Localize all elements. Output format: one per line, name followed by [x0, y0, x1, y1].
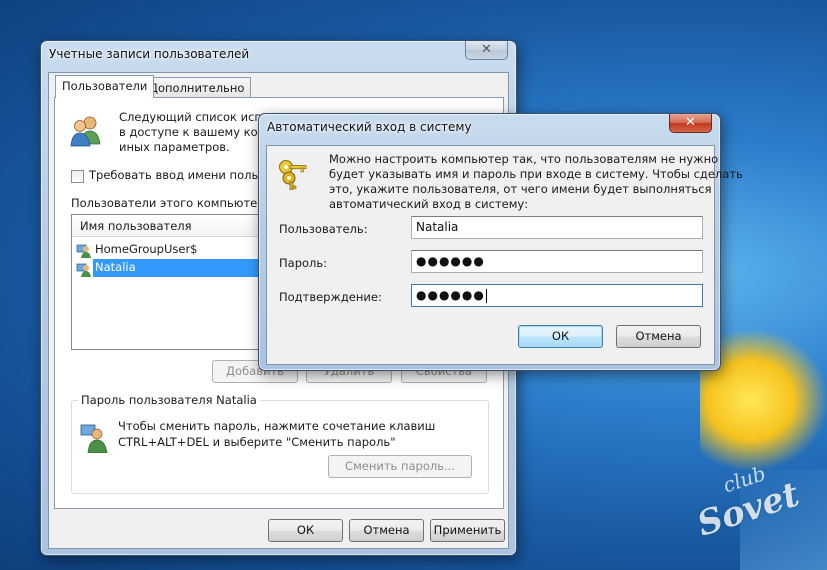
- password-hint-line-1: Чтобы сменить пароль, нажмите сочетание …: [118, 419, 436, 433]
- user-name-input[interactable]: Natalia: [411, 216, 703, 239]
- dialog-description-line-1: Можно настроить компьютер так, что польз…: [329, 152, 719, 166]
- keys-icon: [279, 160, 307, 190]
- password-group-label: Пароль пользователя Natalia: [78, 393, 260, 407]
- close-button[interactable]: ✕: [465, 41, 508, 60]
- password-input[interactable]: ●●●●●●: [411, 250, 703, 273]
- window-title: Учетные записи пользователей: [49, 47, 250, 61]
- password-groupbox: Пароль пользователя Natalia Чтобы сменит…: [71, 393, 489, 494]
- dialog-title: Автоматический вход в систему: [267, 120, 472, 134]
- dialog-description-line-2: будет указывать имя и пароль при входе в…: [329, 167, 743, 181]
- user-field-label: Пользователь:: [279, 222, 368, 236]
- password-field-label: Пароль:: [279, 256, 328, 270]
- cancel-button[interactable]: Отмена: [349, 519, 424, 542]
- users-section-label: Пользователи этого компьютера:: [71, 196, 276, 210]
- require-password-checkbox[interactable]: [71, 170, 84, 183]
- change-password-button[interactable]: Сменить пароль...: [328, 455, 472, 478]
- user-key-icon: [80, 424, 108, 453]
- tab-advanced[interactable]: Дополнительно: [142, 77, 252, 98]
- dialog-ok-button[interactable]: ОК: [518, 325, 603, 348]
- user-name-natalia: Natalia: [93, 259, 273, 277]
- user-icon: [76, 263, 91, 277]
- dialog-description-line-3: это, укажите пользователя, от чего имени…: [329, 182, 712, 196]
- confirm-field-label: Подтверждение:: [279, 290, 382, 304]
- tab-users[interactable]: Пользователи: [55, 75, 155, 98]
- ok-button[interactable]: ОК: [268, 519, 343, 542]
- close-button[interactable]: ✕: [669, 114, 712, 133]
- autologon-dialog: Автоматический вход в систему ✕ Можно на…: [258, 113, 743, 371]
- intro-line-3: иных параметров.: [119, 140, 230, 154]
- users-icon: [70, 116, 101, 147]
- confirm-password-value: ●●●●●●: [416, 288, 485, 302]
- confirm-password-input[interactable]: ●●●●●●: [411, 284, 703, 307]
- intro-line-2: в доступе к вашему комп: [119, 125, 274, 139]
- dialog-description-line-4: автоматический вход в систему:: [329, 197, 529, 211]
- apply-button[interactable]: Применить: [430, 519, 505, 542]
- user-name-homegroup: HomeGroupUser$: [95, 242, 198, 256]
- password-hint-line-2: CTRL+ALT+DEL и выберите "Сменить пароль": [118, 435, 396, 449]
- column-header-username[interactable]: Имя пользователя: [80, 219, 192, 233]
- dialog-cancel-button[interactable]: Отмена: [616, 325, 701, 348]
- user-icon: [76, 244, 91, 258]
- require-password-label[interactable]: Требовать ввод имени пользов: [89, 168, 278, 182]
- text-cursor: [485, 288, 487, 303]
- intro-line-1: Следующий список испо: [119, 110, 269, 124]
